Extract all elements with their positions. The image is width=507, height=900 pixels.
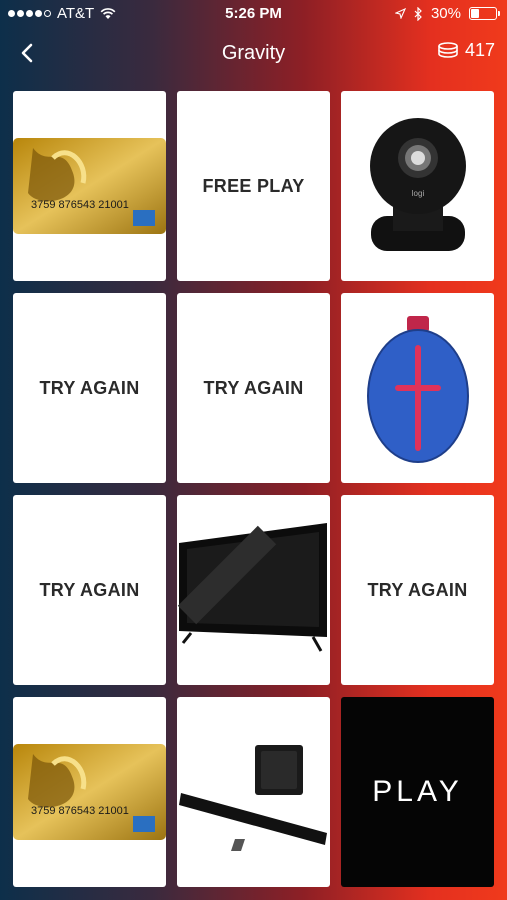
tile-television[interactable]	[177, 495, 330, 685]
soundbar-image	[179, 745, 327, 851]
battery-percent: 30%	[430, 5, 461, 22]
prize-grid: 3759 876543 21001 FREE PLAY logi TRY AGA…	[13, 91, 495, 887]
page-title: Gravity	[221, 42, 286, 64]
status-right: 30%	[394, 5, 500, 22]
tile-label: TRY AGAIN	[39, 579, 140, 600]
battery-icon	[469, 7, 500, 20]
tile-security-camera[interactable]: logi	[341, 91, 494, 281]
gift-card-image: 3759 876543 21001	[13, 744, 166, 840]
card-number: 3759 876543 21001	[31, 805, 129, 817]
coin-balance[interactable]: 417	[437, 40, 495, 61]
tile-label: TRY AGAIN	[203, 377, 304, 398]
tile-gift-card[interactable]: 3759 876543 21001	[13, 91, 166, 281]
tile-label: FREE PLAY	[202, 175, 305, 196]
coins-icon	[438, 41, 458, 58]
tile-free-play[interactable]: FREE PLAY	[177, 91, 330, 281]
card-number: 3759 876543 21001	[31, 199, 129, 211]
tile-soundbar[interactable]	[177, 697, 330, 887]
coin-count: 417	[464, 40, 495, 60]
tile-try-again[interactable]: TRY AGAIN	[341, 495, 494, 685]
bluetooth-icon	[414, 6, 422, 21]
tile-label: TRY AGAIN	[367, 579, 468, 600]
nav-bar: Gravity 417	[0, 28, 507, 80]
location-icon	[394, 8, 406, 19]
play-button[interactable]: PLAY	[341, 697, 494, 887]
camera-brand: logi	[411, 189, 424, 198]
television-image	[177, 523, 327, 652]
tile-gift-card[interactable]: 3759 876543 21001	[13, 697, 166, 887]
tile-try-again[interactable]: TRY AGAIN	[13, 495, 166, 685]
gift-card-image: 3759 876543 21001	[13, 138, 166, 234]
tile-try-again[interactable]: TRY AGAIN	[13, 293, 166, 483]
play-label: PLAY	[372, 775, 463, 808]
tile-bluetooth-speaker[interactable]	[341, 293, 494, 483]
tile-label: TRY AGAIN	[39, 377, 140, 398]
security-camera-image: logi	[369, 118, 466, 251]
bluetooth-speaker-image	[366, 316, 469, 463]
status-bar: AT&T 5:26 PM 30%	[0, 0, 507, 28]
tile-try-again[interactable]: TRY AGAIN	[177, 293, 330, 483]
